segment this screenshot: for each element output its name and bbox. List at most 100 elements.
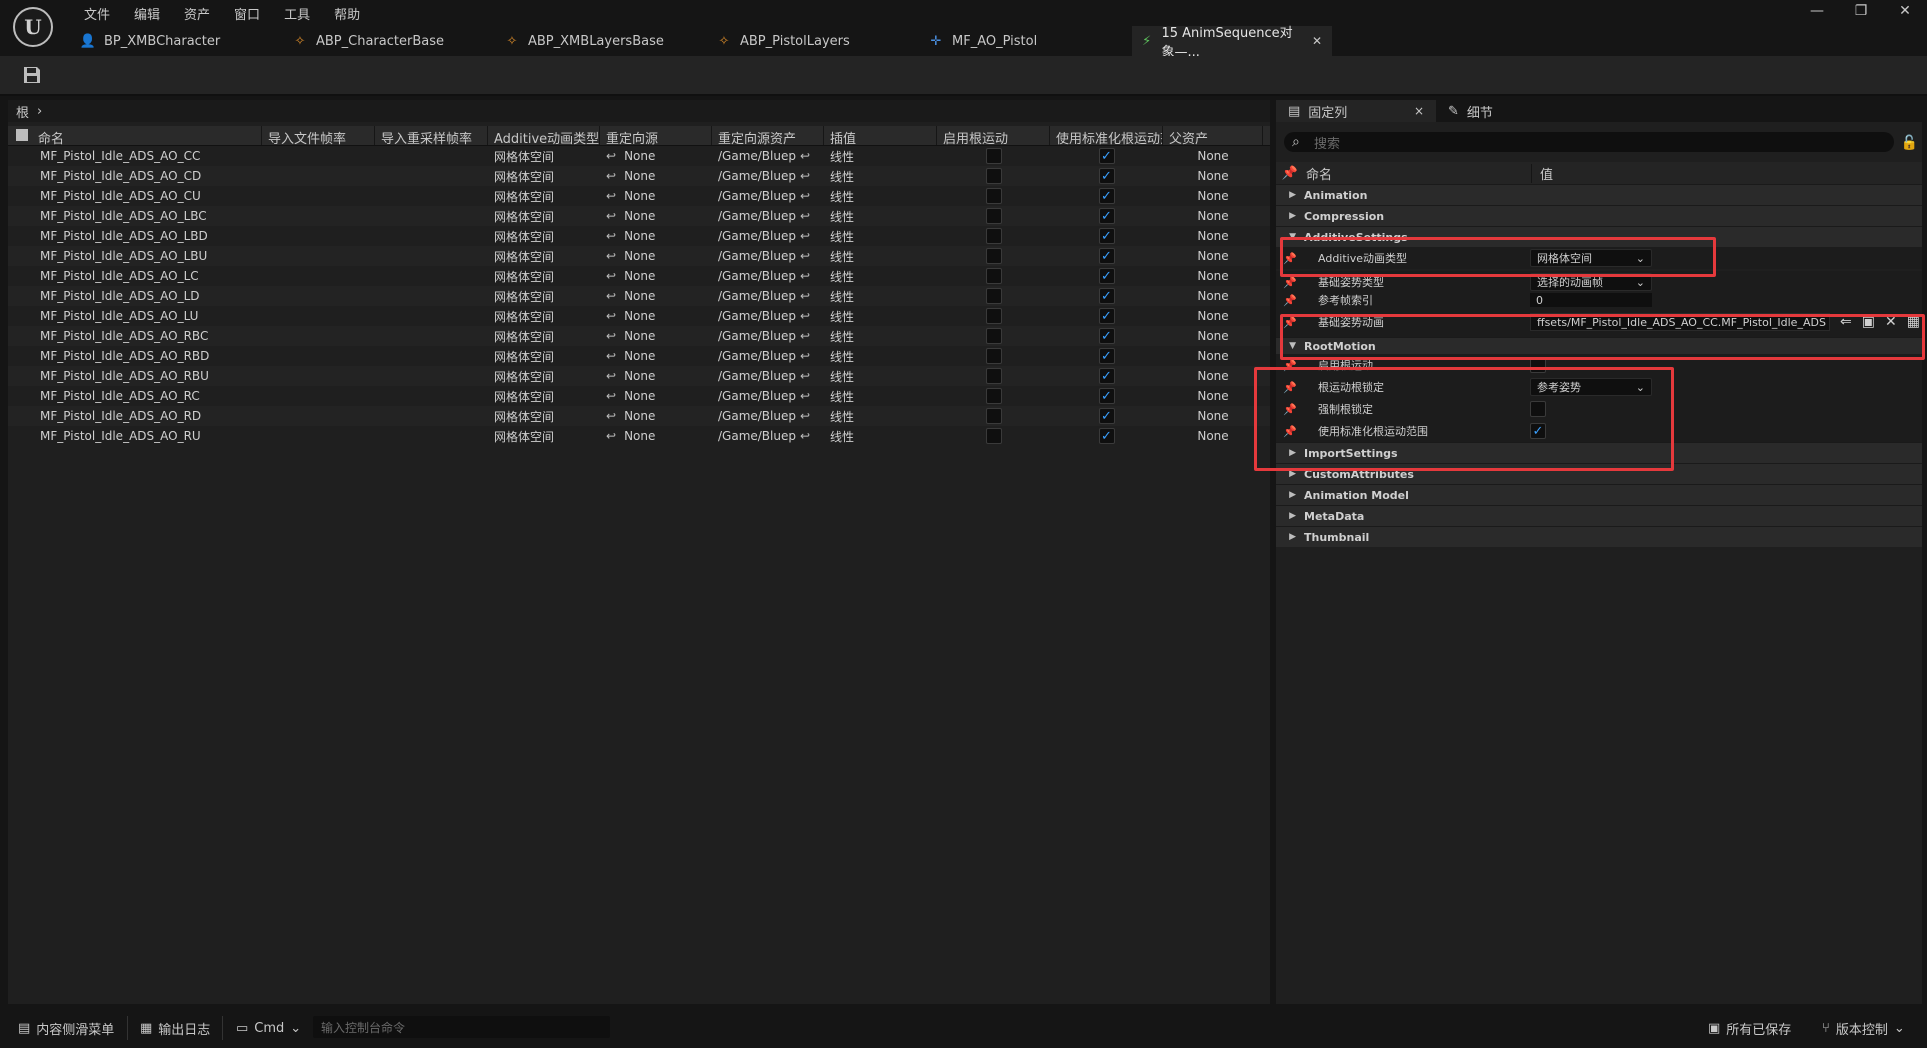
cell-retarget-source[interactable]: ↩ None xyxy=(600,326,712,346)
cell-additive-type[interactable]: 网格体空间 xyxy=(488,306,600,326)
root-motion-checkbox[interactable] xyxy=(985,348,1002,364)
cell-additive-type[interactable]: 网格体空间 xyxy=(488,246,600,266)
minimize-button[interactable]: — xyxy=(1795,0,1839,22)
reset-arrow-icon[interactable]: ↩ xyxy=(800,149,810,163)
root-motion-checkbox[interactable] xyxy=(985,308,1002,324)
cell-interpolation[interactable]: 线性 xyxy=(824,406,937,426)
cell-retarget-source[interactable]: ↩ None xyxy=(600,426,712,446)
reset-arrow-icon[interactable]: ↩ xyxy=(800,409,810,423)
cell-interpolation[interactable]: 线性 xyxy=(824,326,937,346)
normalize-checkbox[interactable] xyxy=(1098,228,1115,244)
cell-additive-type[interactable]: 网格体空间 xyxy=(488,386,600,406)
reset-arrow-icon[interactable]: ↩ xyxy=(606,189,616,203)
reset-arrow-icon[interactable]: ↩ xyxy=(800,229,810,243)
reset-arrow-icon[interactable]: ↩ xyxy=(606,389,616,403)
root-motion-checkbox[interactable] xyxy=(985,388,1002,404)
cell-interpolation[interactable]: 线性 xyxy=(824,166,937,186)
table-row[interactable]: MF_Pistol_Idle_ADS_AO_LBU 网格体空间 ↩ None/Game… xyxy=(8,246,1270,266)
cell-retarget-source[interactable]: ↩ None xyxy=(600,346,712,366)
cell-retarget-asset[interactable]: /Game/Blueprint↩ xyxy=(712,246,824,266)
pin-icon[interactable]: 📌 xyxy=(1276,294,1304,307)
reset-arrow-icon[interactable]: ↩ xyxy=(800,169,810,183)
cell-additive-type[interactable]: 网格体空间 xyxy=(488,406,600,426)
cell-retarget-asset[interactable]: /Game/Blueprint↩ xyxy=(712,166,824,186)
col-header-import-fps[interactable]: 导入文件帧率 xyxy=(262,126,375,145)
reset-arrow-icon[interactable]: ↩ xyxy=(606,349,616,363)
cell-retarget-source[interactable]: ↩ None xyxy=(600,386,712,406)
normalize-checkbox[interactable] xyxy=(1098,148,1115,164)
normalize-checkbox[interactable] xyxy=(1098,388,1115,404)
reset-arrow-icon[interactable]: ↩ xyxy=(800,369,810,383)
col-header-root-motion[interactable]: 启用根运动 xyxy=(937,126,1050,145)
cell-retarget-source[interactable]: ↩ None xyxy=(600,266,712,286)
cell-retarget-source[interactable]: ↩ None xyxy=(600,166,712,186)
cell-interpolation[interactable]: 线性 xyxy=(824,366,937,386)
details-search-input[interactable]: ⌕ 搜索 xyxy=(1284,132,1894,152)
cell-interpolation[interactable]: 线性 xyxy=(824,306,937,326)
cell-additive-type[interactable]: 网格体空间 xyxy=(488,266,600,286)
tab-0[interactable]: 👤 BP_XMBCharacter xyxy=(72,26,284,56)
pin-icon[interactable]: 📌 xyxy=(1276,276,1304,289)
tab-details[interactable]: ✎ 细节 xyxy=(1436,100,1505,122)
normalize-checkbox[interactable] xyxy=(1098,368,1115,384)
cell-interpolation[interactable]: 线性 xyxy=(824,206,937,226)
cell-retarget-asset[interactable]: /Game/Blueprint↩ xyxy=(712,346,824,366)
table-row[interactable]: MF_Pistol_Idle_ADS_AO_RU 网格体空间 ↩ None/Game/… xyxy=(8,426,1270,446)
cell-additive-type[interactable]: 网格体空间 xyxy=(488,366,600,386)
cell-retarget-source[interactable]: ↩ None xyxy=(600,306,712,326)
menu-edit[interactable]: 编辑 xyxy=(122,2,172,25)
reset-arrow-icon[interactable]: ↩ xyxy=(800,429,810,443)
cell-interpolation[interactable]: 线性 xyxy=(824,186,937,206)
cell-retarget-source[interactable]: ↩ None xyxy=(600,246,712,266)
reset-arrow-icon[interactable]: ↩ xyxy=(800,209,810,223)
cell-additive-type[interactable]: 网格体空间 xyxy=(488,346,600,366)
cell-retarget-source[interactable]: ↩ None xyxy=(600,206,712,226)
cell-retarget-source[interactable]: ↩ None xyxy=(600,146,712,166)
category-compression[interactable]: ▶ Compression xyxy=(1276,205,1922,226)
close-tab-icon[interactable]: ✕ xyxy=(1312,34,1322,48)
close-tab-icon[interactable]: × xyxy=(1414,104,1424,118)
root-motion-checkbox[interactable] xyxy=(985,188,1002,204)
reset-arrow-icon[interactable]: ↩ xyxy=(606,409,616,423)
tab-5[interactable]: ⚡ 15 AnimSequence对象—... ✕ xyxy=(1132,26,1332,60)
col-header-additive-type[interactable]: Additive动画类型 xyxy=(488,126,600,145)
category-metadata[interactable]: ▶ MetaData xyxy=(1276,505,1922,526)
root-motion-checkbox[interactable] xyxy=(985,328,1002,344)
cell-retarget-asset[interactable]: /Game/Blueprint↩ xyxy=(712,226,824,246)
cell-interpolation[interactable]: 线性 xyxy=(824,266,937,286)
root-motion-checkbox[interactable] xyxy=(985,368,1002,384)
save-icon[interactable] xyxy=(22,65,42,85)
col-header-retarget-asset[interactable]: 重定向源资产 xyxy=(712,126,824,145)
reset-arrow-icon[interactable]: ↩ xyxy=(606,369,616,383)
tab-pinned-columns[interactable]: ▤ 固定列 × xyxy=(1276,100,1436,122)
cell-retarget-asset[interactable]: /Game/Blueprint↩ xyxy=(712,186,824,206)
normalize-checkbox[interactable] xyxy=(1098,348,1115,364)
root-motion-checkbox[interactable] xyxy=(985,148,1002,164)
tab-2[interactable]: ✧ ABP_XMBLayersBase xyxy=(496,26,708,56)
reset-arrow-icon[interactable]: ↩ xyxy=(800,189,810,203)
table-row[interactable]: MF_Pistol_Idle_ADS_AO_LD 网格体空间 ↩ None/Game/… xyxy=(8,286,1270,306)
normalize-checkbox[interactable] xyxy=(1098,408,1115,424)
category-thumbnail[interactable]: ▶ Thumbnail xyxy=(1276,526,1922,547)
cell-retarget-asset[interactable]: /Game/Blueprint↩ xyxy=(712,266,824,286)
cell-additive-type[interactable]: 网格体空间 xyxy=(488,426,600,446)
normalize-checkbox[interactable] xyxy=(1098,208,1115,224)
root-motion-checkbox[interactable] xyxy=(985,428,1002,444)
category-animation[interactable]: ▶ Animation xyxy=(1276,184,1922,205)
table-row[interactable]: MF_Pistol_Idle_ADS_AO_LC 网格体空间 ↩ None/Game/… xyxy=(8,266,1270,286)
col-header-normalize-root-motion[interactable]: 使用标准化根运动范 xyxy=(1050,126,1163,145)
normalize-checkbox[interactable] xyxy=(1098,328,1115,344)
cell-retarget-asset[interactable]: /Game/Blueprint↩ xyxy=(712,326,824,346)
cell-retarget-source[interactable]: ↩ None xyxy=(600,286,712,306)
reset-arrow-icon[interactable]: ↩ xyxy=(800,249,810,263)
cell-retarget-source[interactable]: ↩ None xyxy=(600,186,712,206)
cmd-dropdown[interactable]: ▭ Cmd ⌄ xyxy=(236,1016,301,1040)
cell-retarget-asset[interactable]: /Game/Blueprint↩ xyxy=(712,306,824,326)
table-row[interactable]: MF_Pistol_Idle_ADS_AO_RBU 网格体空间 ↩ None/Game… xyxy=(8,366,1270,386)
cell-additive-type[interactable]: 网格体空间 xyxy=(488,166,600,186)
root-motion-checkbox[interactable] xyxy=(985,268,1002,284)
cell-additive-type[interactable]: 网格体空间 xyxy=(488,286,600,306)
col-header-parent-asset[interactable]: 父资产 xyxy=(1163,126,1263,145)
breadcrumb-arrow-icon[interactable]: › xyxy=(37,104,42,119)
root-motion-checkbox[interactable] xyxy=(985,168,1002,184)
